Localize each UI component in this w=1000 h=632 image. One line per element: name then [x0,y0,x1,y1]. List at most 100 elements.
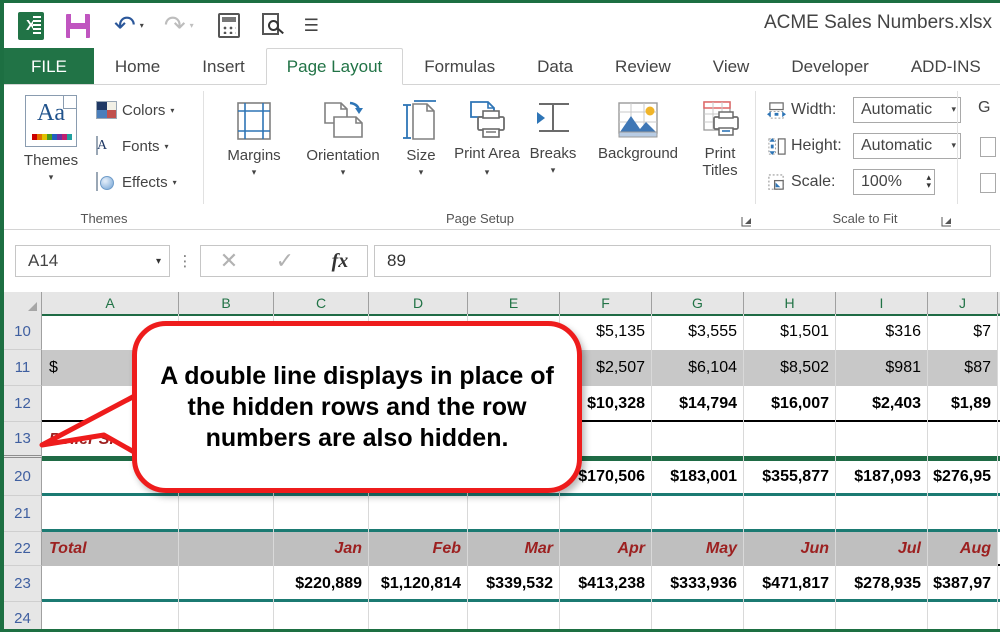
tab-insert[interactable]: Insert [181,48,266,84]
column-header-d[interactable]: D [369,292,468,314]
formula-bar-grip[interactable]: ⋮ [170,252,200,270]
background-button[interactable]: Background [584,99,692,163]
fonts-button[interactable]: Fonts ▾ [96,136,169,156]
cell-I10[interactable]: $316 [836,314,928,350]
chevron-down-icon[interactable]: ▾ [951,105,956,115]
chevron-down-icon[interactable]: ▾ [951,141,956,151]
row-header-11[interactable]: 11 [4,350,42,386]
row-header-23[interactable]: 23 [4,566,42,602]
cell-F22[interactable]: Apr [560,532,652,566]
cell-J23[interactable]: $387,97 [928,566,998,602]
tab-file[interactable]: FILE [4,48,94,84]
cell-J21[interactable] [928,496,998,532]
cell-J13[interactable] [928,422,998,458]
cell-I21[interactable] [836,496,928,532]
cell-I11[interactable]: $981 [836,350,928,386]
cell-I23[interactable]: $278,935 [836,566,928,602]
width-select[interactable]: Automatic ▾ [853,97,961,123]
name-box[interactable]: A14 ▾ [15,245,170,277]
cell-D21[interactable] [369,496,468,532]
cell-G10[interactable]: $3,555 [652,314,744,350]
cell-G24[interactable] [652,602,744,629]
cell-G11[interactable]: $6,104 [652,350,744,386]
column-header-h[interactable]: H [744,292,836,314]
row-header-10[interactable]: 10 [4,314,42,350]
cell-J10[interactable]: $7 [928,314,998,350]
cell-D24[interactable] [369,602,468,629]
margins-dropdown-arrow[interactable]: ▾ [216,164,292,182]
cell-B21[interactable] [179,496,274,532]
column-header-i[interactable]: I [836,292,928,314]
cell-I13[interactable] [836,422,928,458]
column-header-a[interactable]: A [42,292,179,314]
chevron-down-icon[interactable]: ▾ [156,256,161,267]
breaks-button[interactable]: Breaks ▾ [520,99,586,180]
fonts-dropdown-arrow[interactable]: ▾ [165,142,169,151]
cell-D23[interactable]: $1,120,814 [369,566,468,602]
cell-D22[interactable]: Feb [369,532,468,566]
formula-input[interactable]: 89 [374,245,991,277]
scale-stepper[interactable]: 100% ▴ ▾ [853,169,935,195]
headings-checkbox[interactable] [980,173,996,193]
effects-dropdown-arrow[interactable]: ▾ [173,178,177,187]
cell-G13[interactable] [652,422,744,458]
row-header-22[interactable]: 22 [4,532,42,566]
save-icon[interactable] [66,13,90,38]
cell-I22[interactable]: Jul [836,532,928,566]
column-header-j[interactable]: J [928,292,998,314]
margins-button[interactable]: Margins ▾ [216,99,292,182]
tab-page-layout[interactable]: Page Layout [265,48,404,85]
column-header-b[interactable]: B [179,292,274,314]
cell-I12[interactable]: $2,403 [836,386,928,422]
cell-J24[interactable] [928,602,998,629]
tab-view[interactable]: View [692,48,771,84]
cell-C24[interactable] [274,602,369,629]
cell-J20[interactable]: $276,95 [928,458,998,496]
cell-H24[interactable] [744,602,836,629]
cell-E21[interactable] [468,496,560,532]
calculator-icon[interactable] [217,13,240,38]
cell-A22[interactable]: Total [42,532,179,566]
cell-A24[interactable] [42,602,179,629]
cell-G21[interactable] [652,496,744,532]
cell-H13[interactable] [744,422,836,458]
row-header-21[interactable]: 21 [4,496,42,532]
print-area-dropdown-arrow[interactable]: ▾ [485,168,490,178]
cell-F24[interactable] [560,602,652,629]
effects-button[interactable]: Effects ▾ [96,172,177,192]
print-area-button[interactable]: Print Area ▾ [450,99,524,182]
cell-G22[interactable]: May [652,532,744,566]
gridlines-checkbox[interactable] [980,137,996,157]
themes-button[interactable]: Aa Themes ▾ [12,95,90,187]
cell-B22[interactable] [179,532,274,566]
enter-icon[interactable]: ✓ [276,249,294,274]
column-header-e[interactable]: E [468,292,560,314]
row-header-24[interactable]: 24 [4,602,42,629]
cell-F21[interactable] [560,496,652,532]
size-dropdown-arrow[interactable]: ▾ [392,164,450,182]
undo-icon[interactable]: ↶ ▾ [114,13,144,39]
cell-I20[interactable]: $187,093 [836,458,928,496]
cell-G12[interactable]: $14,794 [652,386,744,422]
colors-dropdown-arrow[interactable]: ▾ [170,106,174,115]
tab-formulas[interactable]: Formulas [403,48,516,84]
orientation-dropdown-arrow[interactable]: ▾ [294,164,392,182]
cell-C22[interactable]: Jan [274,532,369,566]
size-button[interactable]: Size ▾ [392,99,450,182]
column-header-g[interactable]: G [652,292,744,314]
tab-review[interactable]: Review [594,48,692,84]
cell-H21[interactable] [744,496,836,532]
cell-H12[interactable]: $16,007 [744,386,836,422]
colors-button[interactable]: Colors ▾ [96,101,174,119]
cell-E24[interactable] [468,602,560,629]
cell-B24[interactable] [179,602,274,629]
cell-H22[interactable]: Jun [744,532,836,566]
cell-C21[interactable] [274,496,369,532]
select-all-corner[interactable] [4,292,42,314]
cell-A21[interactable] [42,496,179,532]
themes-dropdown-arrow[interactable]: ▾ [12,169,90,187]
cell-G20[interactable]: $183,001 [652,458,744,496]
cell-H20[interactable]: $355,877 [744,458,836,496]
scale-down-icon[interactable]: ▾ [926,182,931,191]
tab-data[interactable]: Data [516,48,594,84]
